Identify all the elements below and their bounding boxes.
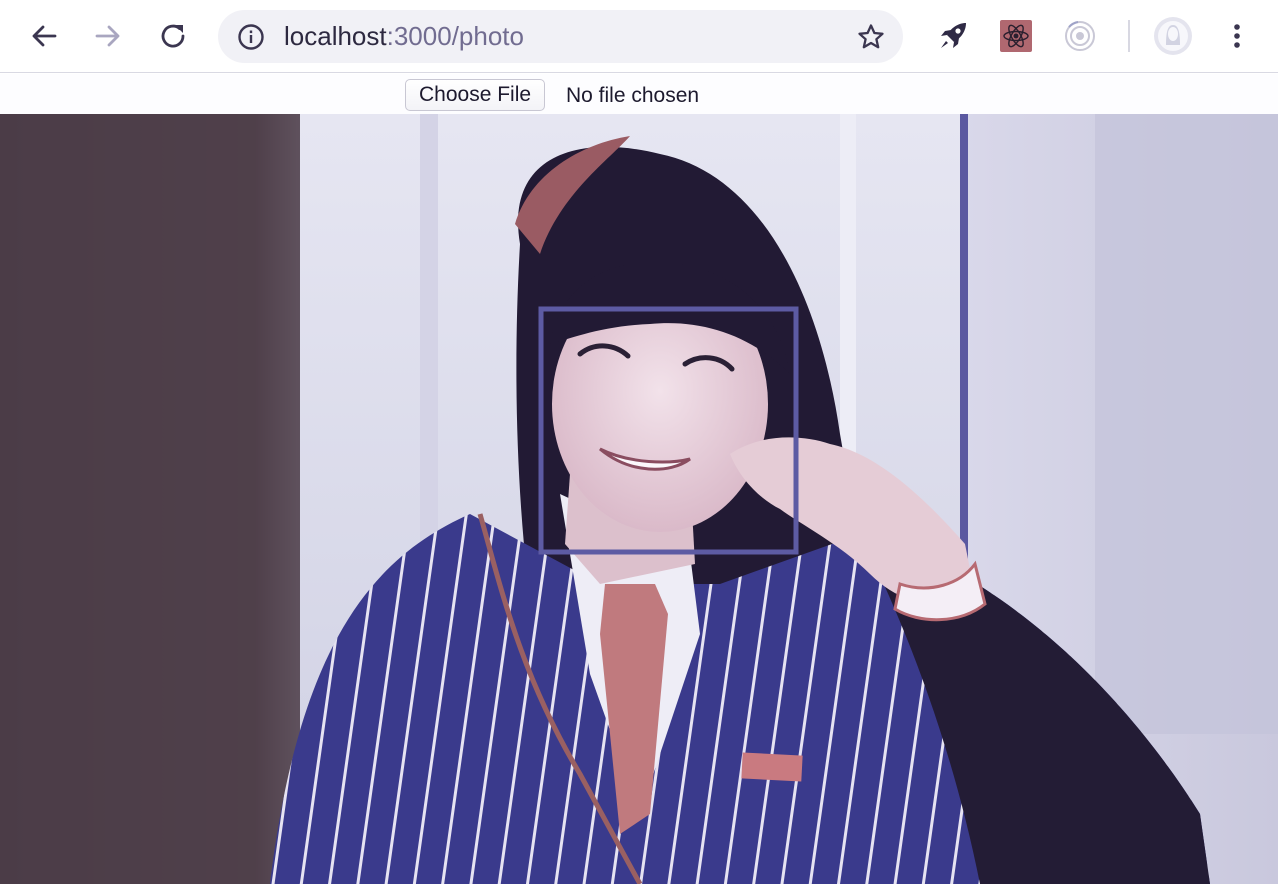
star-icon — [858, 24, 884, 49]
file-input-row: Choose File No file chosen — [0, 74, 1278, 114]
window-right — [1095, 114, 1278, 734]
url-host: localhost — [284, 21, 387, 51]
extension-react-button[interactable] — [994, 14, 1038, 58]
url-path: :3000/photo — [386, 21, 524, 51]
choose-file-button[interactable]: Choose File — [405, 79, 546, 111]
back-button[interactable] — [22, 14, 66, 58]
arrow-left-icon — [32, 25, 57, 47]
reload-button[interactable] — [151, 14, 195, 58]
react-devtools-icon — [1000, 20, 1032, 52]
site-info-button[interactable] — [236, 22, 266, 52]
url-text[interactable]: localhost:3000/photo — [284, 21, 524, 51]
reload-icon — [161, 24, 185, 48]
photo-canvas — [0, 114, 1278, 884]
profile-button[interactable] — [1151, 14, 1195, 58]
avatar-icon — [1154, 17, 1192, 55]
extension-rocket-button[interactable] — [931, 14, 975, 58]
file-status-text: No file chosen — [566, 84, 700, 107]
bookmark-button[interactable] — [855, 21, 887, 53]
address-bar[interactable]: localhost:3000/photo — [218, 10, 903, 63]
uploaded-photo — [0, 114, 1278, 884]
dark-wall — [0, 114, 300, 884]
toolbar-divider — [1128, 20, 1130, 52]
forward-button[interactable] — [86, 14, 130, 58]
kebab-menu-icon — [1234, 24, 1240, 48]
arrow-right-icon — [95, 25, 120, 47]
info-circle-icon — [238, 24, 264, 50]
target-icon — [1065, 21, 1095, 51]
browser-toolbar: localhost:3000/photo — [0, 0, 1278, 73]
name-tag — [741, 752, 803, 782]
browser-menu-button[interactable] — [1215, 14, 1259, 58]
rocket-icon — [941, 23, 966, 48]
extension-target-button[interactable] — [1058, 14, 1102, 58]
